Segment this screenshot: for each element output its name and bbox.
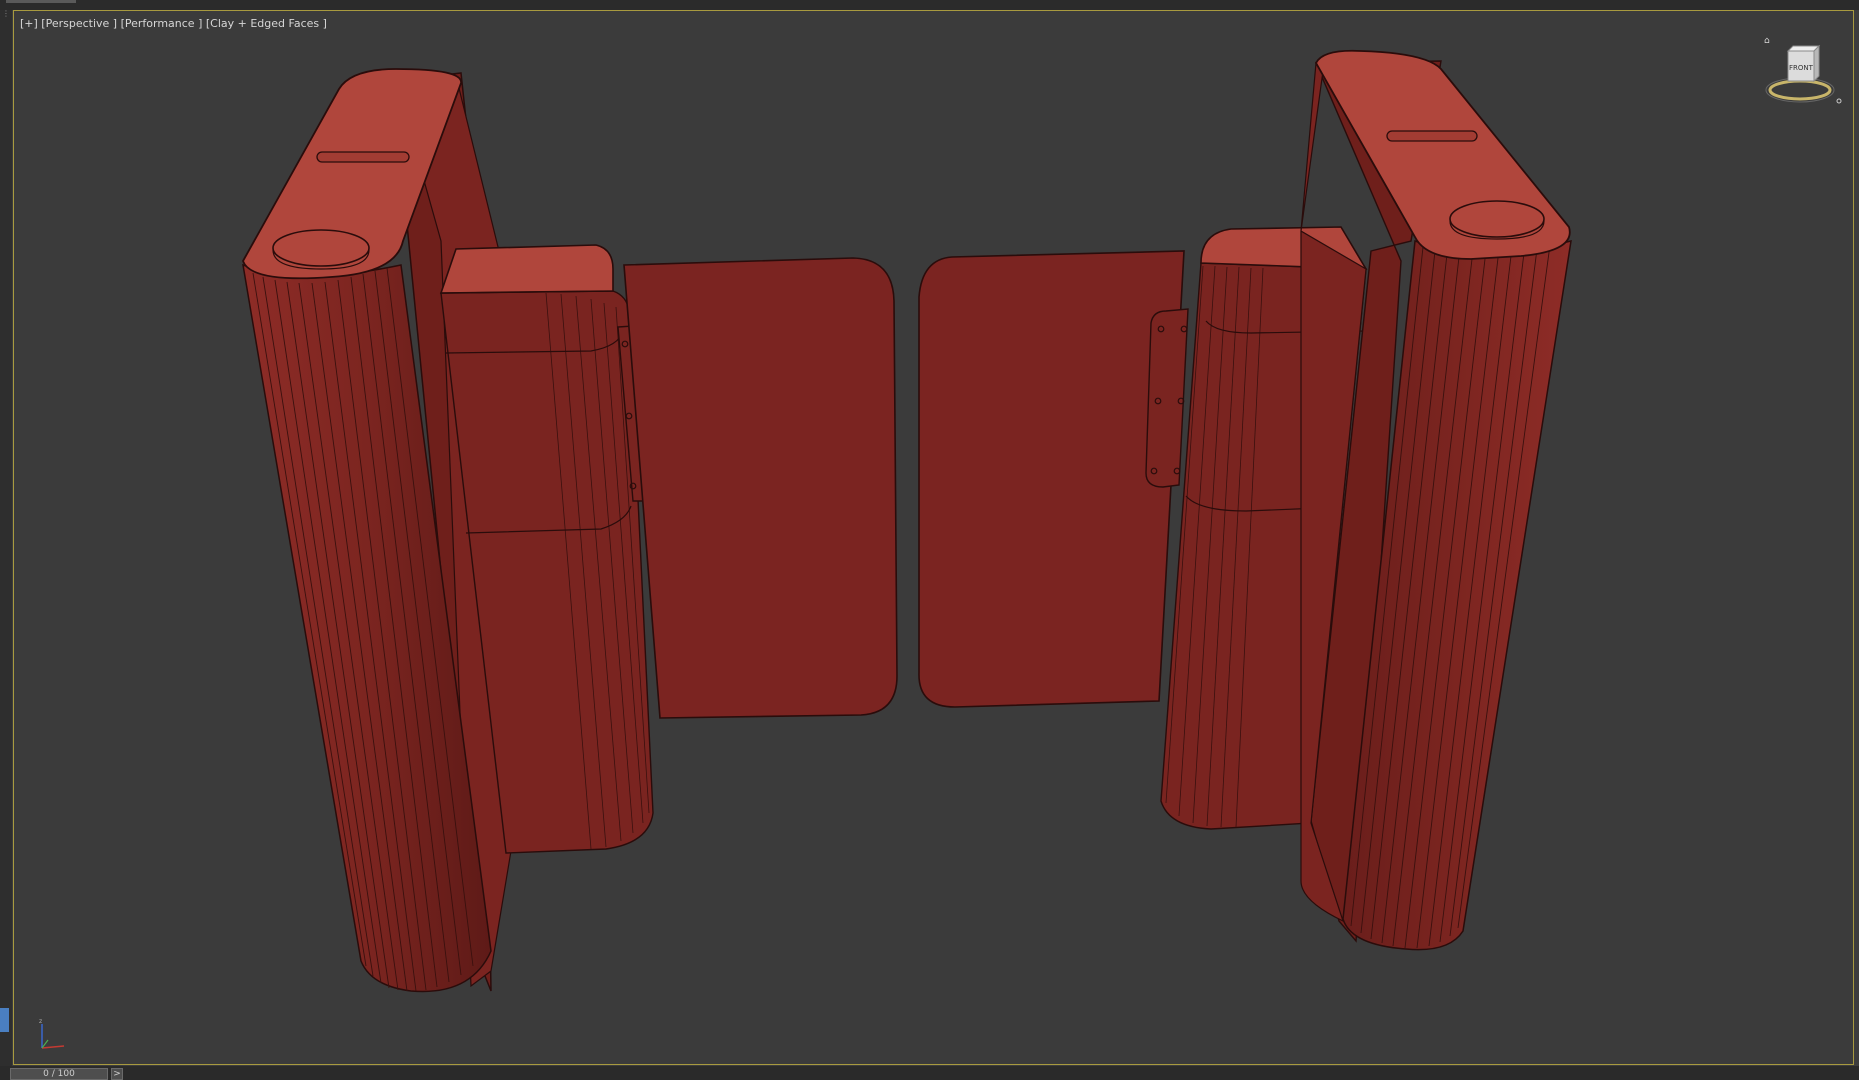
viewcube-options-icon[interactable] — [1836, 98, 1842, 104]
right-flap-door[interactable] — [918, 250, 1185, 708]
viewcube-front-face[interactable]: FRONT — [1789, 64, 1814, 72]
top-toolbar-strip — [0, 0, 1859, 10]
perspective-viewport[interactable]: [+] [Perspective ] [Performance ] [Clay … — [13, 10, 1854, 1065]
right-pillar[interactable] — [1300, 49, 1572, 951]
3d-scene[interactable] — [14, 11, 1853, 1064]
viewcube[interactable]: FRONT ⌂ — [1755, 35, 1845, 115]
home-icon[interactable]: ⌂ — [1764, 36, 1770, 46]
time-slider-bar: 0 / 100 > — [0, 1066, 1859, 1080]
left-panel-strip: ⋮ — [0, 10, 12, 1070]
grip-icon[interactable]: ⋮ — [2, 10, 10, 18]
next-frame-button[interactable]: > — [111, 1068, 123, 1080]
svg-text:z: z — [39, 1018, 42, 1025]
left-flap-door[interactable] — [623, 257, 898, 719]
toolbar-tab[interactable] — [6, 0, 76, 3]
panel-toggle[interactable] — [0, 1008, 9, 1032]
axis-tripod-icon: z — [39, 1018, 65, 1049]
time-slider[interactable]: 0 / 100 — [10, 1068, 108, 1080]
